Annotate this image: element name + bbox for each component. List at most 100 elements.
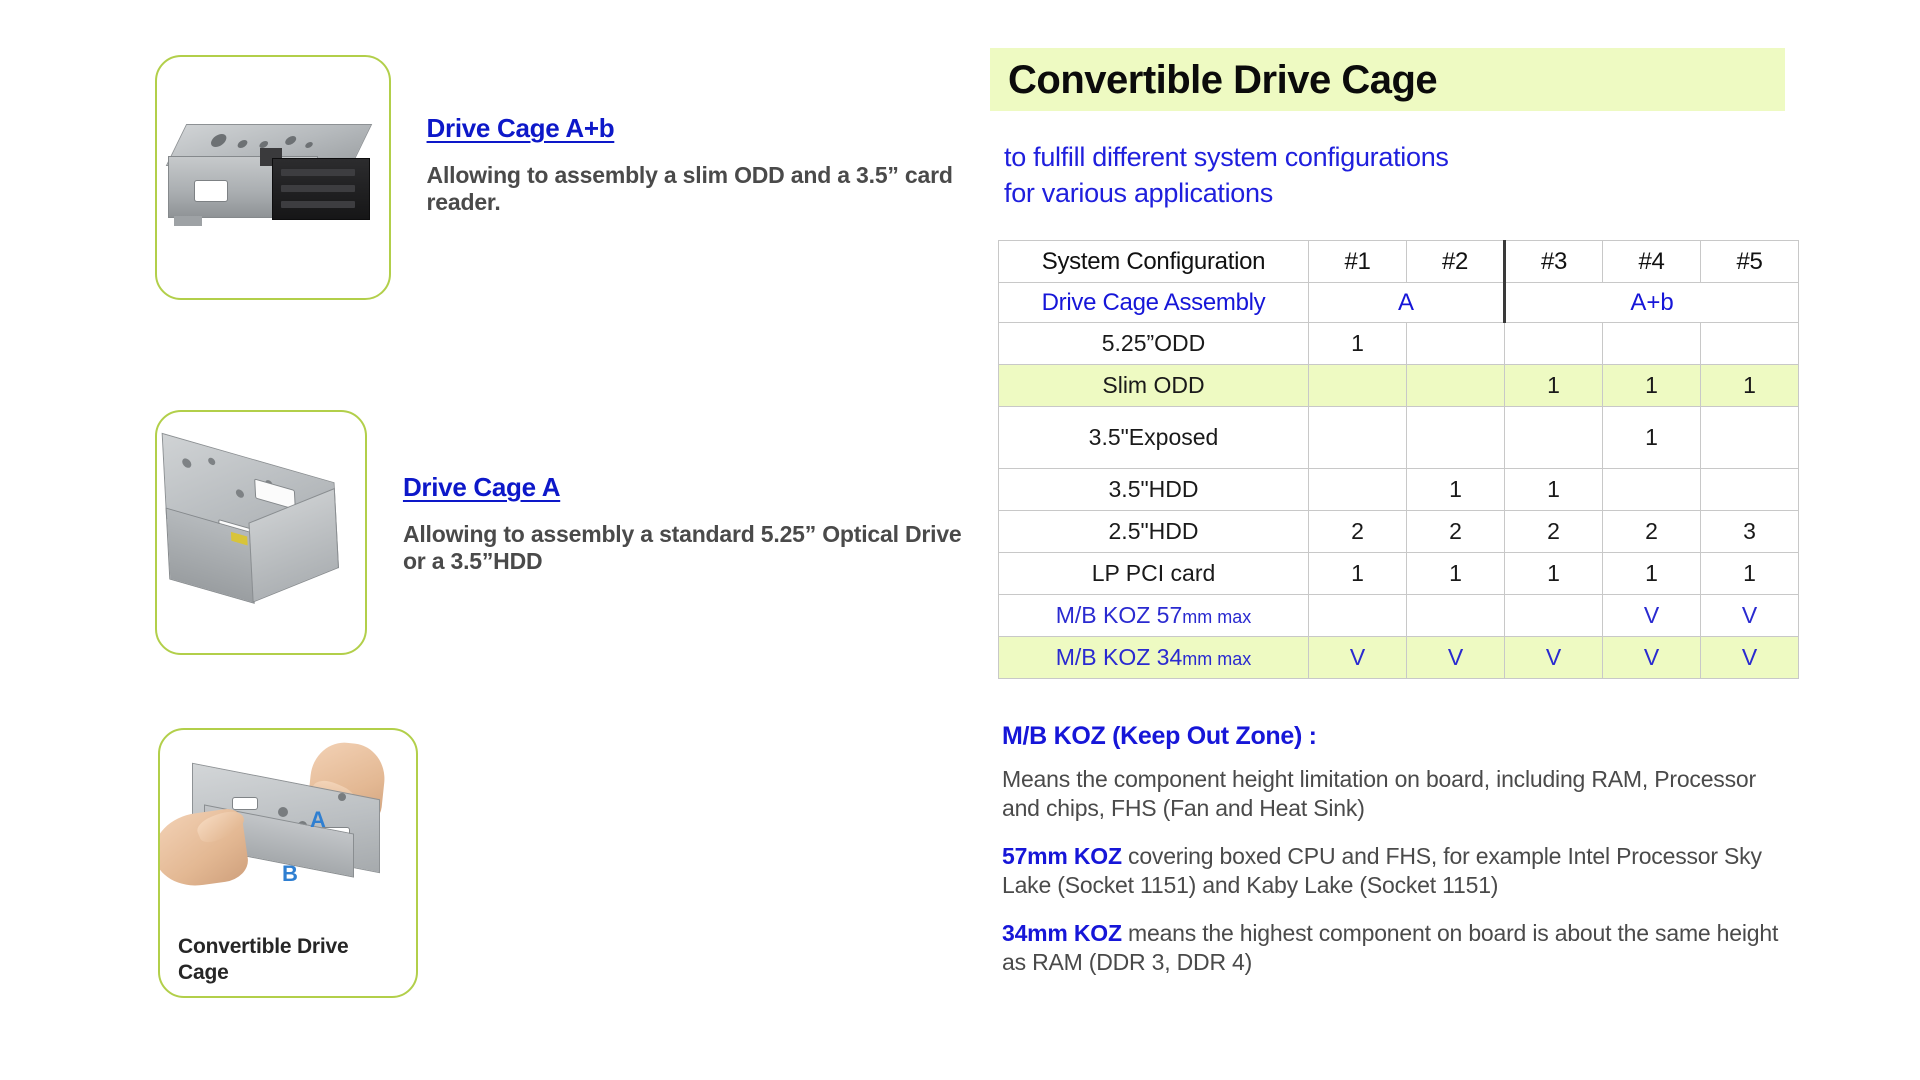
- product-link-drive-cage-a-plus-b[interactable]: Drive Cage A+b: [427, 113, 615, 144]
- page-subtitle: to fulfill different system configuratio…: [1004, 140, 1449, 211]
- cell-col1: [1308, 468, 1407, 511]
- table-row: 3.5"Exposed 1: [998, 406, 1799, 469]
- cell-col2: 2: [1406, 510, 1505, 553]
- cell-col3: [1504, 322, 1603, 365]
- koz-note-34mm: 34mm KOZ means the highest component on …: [1002, 919, 1792, 978]
- row-label-drive-cage-assembly: Drive Cage Assembly: [998, 282, 1309, 323]
- product-row-drive-cage-a: Drive Cage A Allowing to assembly a stan…: [155, 410, 975, 655]
- row-label: Slim ODD: [998, 364, 1309, 407]
- page-title: Convertible Drive Cage: [1008, 57, 1438, 102]
- cell-col2: [1406, 322, 1505, 365]
- system-configuration-table: System Configuration #1 #2 #3 #4 #5 Driv…: [998, 240, 1799, 679]
- cell-col5: 1: [1700, 364, 1799, 407]
- table-row: 3.5"HDD 1 1: [998, 468, 1799, 511]
- product-row-convertible-drive-cage: A B Convertible Drive Cage: [158, 728, 418, 998]
- assembly-group-a: A: [1308, 282, 1506, 323]
- product-thumbnail-card-a-plus-b[interactable]: [155, 55, 391, 300]
- cell-col1: 2: [1308, 510, 1407, 553]
- cell-col5: V: [1700, 594, 1799, 637]
- table-row-drive-cage-assembly: Drive Cage Assembly A A+b: [998, 282, 1799, 323]
- cell-col2: [1406, 364, 1505, 407]
- product-description-a: Allowing to assembly a standard 5.25” Op…: [402, 521, 962, 575]
- koz-notes-heading: M/B KOZ (Keep Out Zone) :: [1002, 722, 1317, 750]
- product-description-a-plus-b: Allowing to assembly a slim ODD and a 3.…: [426, 162, 953, 216]
- cell-col2: [1406, 406, 1505, 469]
- convertible-drive-cage-card[interactable]: A B Convertible Drive Cage: [158, 728, 418, 998]
- cell-col5: V: [1700, 636, 1799, 679]
- row-label: 2.5"HDD: [998, 510, 1309, 553]
- cell-col4: 1: [1602, 406, 1701, 469]
- cell-col2: 1: [1406, 468, 1505, 511]
- system-configuration-table-wrap: System Configuration #1 #2 #3 #4 #5 Driv…: [998, 240, 1799, 679]
- cell-col3: V: [1504, 636, 1603, 679]
- cell-col4: 1: [1602, 552, 1701, 595]
- cell-col2: [1406, 594, 1505, 637]
- product-text-a: Drive Cage A Allowing to assembly a stan…: [403, 410, 975, 575]
- cell-col1: [1308, 364, 1407, 407]
- table-body: Drive Cage Assembly A A+b 5.25”ODD 1 Slim …: [998, 282, 1799, 679]
- column-header-5: #5: [1700, 240, 1799, 283]
- drive-cage-a-plus-b-photo: [157, 57, 389, 298]
- cell-col4: [1602, 468, 1701, 511]
- convertible-drive-cage-illustration: A B: [160, 739, 406, 918]
- cell-col3: 1: [1504, 364, 1603, 407]
- cell-col4: [1602, 322, 1701, 365]
- koz-57mm-keyword: 57mm KOZ: [1002, 842, 1122, 869]
- row-label: LP PCI card: [998, 552, 1309, 595]
- table-row: Slim ODD 1 1 1: [998, 364, 1799, 407]
- label-b: B: [282, 861, 298, 887]
- left-hand: [160, 805, 251, 892]
- row-label: 5.25”ODD: [998, 322, 1309, 365]
- cell-col5: 3: [1700, 510, 1799, 553]
- koz-note-57mm: 57mm KOZ covering boxed CPU and FHS, for…: [1002, 842, 1792, 901]
- page-root: Drive Cage A+b Allowing to assembly a sl…: [0, 0, 1920, 1080]
- column-header-system-configuration: System Configuration: [998, 240, 1309, 283]
- assembly-group-a-plus-b: A+b: [1504, 282, 1799, 323]
- cell-col3: [1504, 406, 1603, 469]
- left-column: Drive Cage A+b Allowing to assembly a sl…: [0, 0, 975, 1080]
- cell-col5: [1700, 406, 1799, 469]
- product-thumbnail-card-a[interactable]: [155, 410, 367, 655]
- row-label: 3.5"HDD: [998, 468, 1309, 511]
- cell-col4: 1: [1602, 364, 1701, 407]
- cell-col1: 1: [1308, 552, 1407, 595]
- column-header-3: #3: [1504, 240, 1603, 283]
- table-row: LP PCI card 1 1 1 1 1: [998, 552, 1799, 595]
- convertible-drive-cage-hands-photo: A B: [160, 738, 416, 934]
- cell-col1: [1308, 594, 1407, 637]
- row-label: 3.5"Exposed: [998, 406, 1309, 469]
- subtitle-line-2: for various applications: [1004, 177, 1273, 208]
- product-link-drive-cage-a[interactable]: Drive Cage A: [403, 472, 561, 503]
- column-header-4: #4: [1602, 240, 1701, 283]
- cell-col3: [1504, 594, 1603, 637]
- row-label: M/B KOZ 57mm max: [998, 594, 1309, 637]
- page-title-banner: Convertible Drive Cage: [990, 48, 1785, 111]
- cell-col2: V: [1406, 636, 1505, 679]
- cell-col1: [1308, 406, 1407, 469]
- cell-col4: V: [1602, 594, 1701, 637]
- drive-cage-a-photo: [157, 412, 365, 653]
- cell-col1: V: [1308, 636, 1407, 679]
- table-row: M/B KOZ 34mm max V V V V V: [998, 636, 1799, 679]
- subtitle-line-1: to fulfill different system configuratio…: [1004, 142, 1449, 172]
- table-row: M/B KOZ 57mm max V V: [998, 594, 1799, 637]
- convertible-drive-cage-caption: Convertible Drive Cage: [178, 934, 349, 984]
- koz-notes: M/B KOZ (Keep Out Zone) : Means the comp…: [1002, 722, 1792, 996]
- column-header-1: #1: [1308, 240, 1407, 283]
- cell-col3: 1: [1504, 552, 1603, 595]
- product-text-a-plus-b: Drive Cage A+b Allowing to assembly a sl…: [427, 55, 975, 216]
- drive-cage-a-plus-b-illustration: [165, 118, 378, 238]
- cell-col3: 1: [1504, 468, 1603, 511]
- cell-col2: 1: [1406, 552, 1505, 595]
- koz-34mm-keyword: 34mm KOZ: [1002, 919, 1122, 946]
- drive-cage-a-illustration: [157, 432, 365, 625]
- column-header-2: #2: [1406, 240, 1506, 283]
- cell-col5: [1700, 468, 1799, 511]
- koz-note-definition: Means the component height limitation on…: [1002, 766, 1756, 822]
- cell-col4: 2: [1602, 510, 1701, 553]
- table-header-row: System Configuration #1 #2 #3 #4 #5: [998, 240, 1799, 283]
- cell-col3: 2: [1504, 510, 1603, 553]
- cell-col4: V: [1602, 636, 1701, 679]
- product-row-drive-cage-a-plus-b: Drive Cage A+b Allowing to assembly a sl…: [155, 55, 975, 300]
- table-row: 5.25”ODD 1: [998, 322, 1799, 365]
